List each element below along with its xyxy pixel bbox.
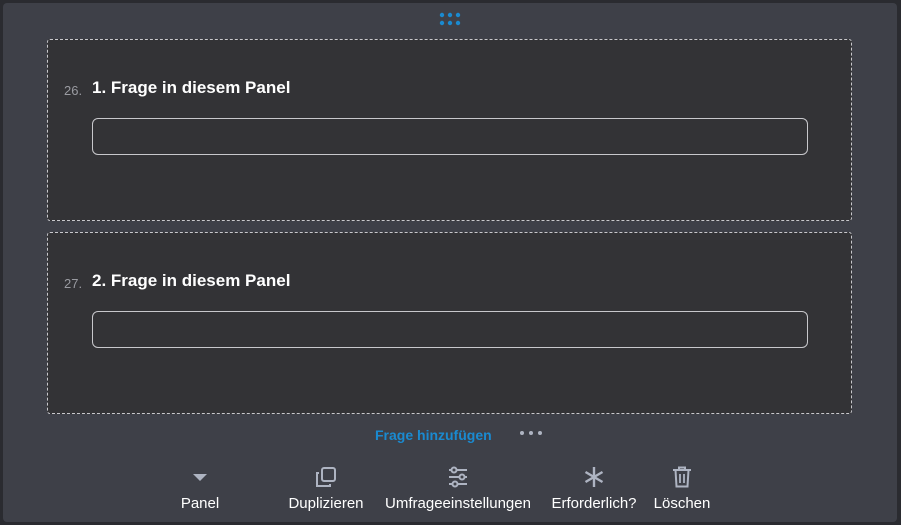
question-title: 2. Frage in diesem Panel — [92, 271, 291, 290]
answer-input[interactable] — [92, 311, 808, 348]
panel-type-label: Panel — [180, 495, 220, 512]
trash-icon — [673, 466, 691, 488]
question-title: 1. Frage in diesem Panel — [92, 78, 291, 97]
required-label: Erforderlich? — [551, 495, 637, 512]
answer-input[interactable] — [92, 118, 808, 155]
settings-label: Umfrageeinstellungen — [385, 495, 531, 512]
delete-button[interactable]: Löschen — [651, 463, 713, 515]
delete-label: Löschen — [653, 495, 711, 512]
duplicate-label: Duplizieren — [288, 495, 364, 512]
panel-type-button[interactable]: Panel — [175, 463, 225, 515]
more-dots-icon[interactable] — [518, 425, 544, 441]
asterisk-icon — [584, 467, 604, 487]
drag-handle-icon[interactable] — [439, 12, 461, 26]
question-card[interactable]: 27. 2. Frage in diesem Panel — [47, 232, 852, 414]
duplicate-icon — [316, 467, 336, 487]
settings-button[interactable]: Umfrageeinstellungen — [378, 463, 538, 515]
add-question-link[interactable]: Frage hinzufügen — [375, 427, 492, 443]
duplicate-button[interactable]: Duplizieren — [282, 463, 370, 515]
question-number: 26. — [64, 83, 83, 98]
required-toggle[interactable]: Erforderlich? — [546, 463, 642, 515]
panel-container: 26. 1. Frage in diesem Panel 27. 2. Frag… — [3, 3, 897, 522]
chevron-down-icon — [193, 474, 207, 481]
question-card[interactable]: 26. 1. Frage in diesem Panel — [47, 39, 852, 221]
question-number: 27. — [64, 276, 83, 291]
settings-sliders-icon — [449, 466, 467, 488]
